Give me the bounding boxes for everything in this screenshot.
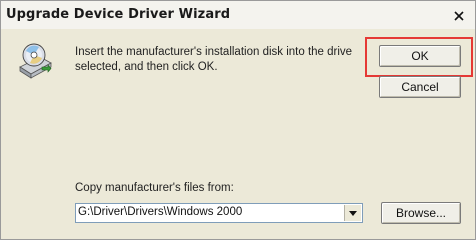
ok-button[interactable]: OK <box>379 45 461 67</box>
copy-files-label: Copy manufacturer's files from: <box>75 182 234 194</box>
instruction-text: Insert the manufacturer's installation d… <box>75 46 353 73</box>
window-title: Upgrade Device Driver Wizard <box>6 7 231 22</box>
install-disk-icon <box>15 41 55 81</box>
browse-button[interactable]: Browse... <box>381 202 461 224</box>
close-icon <box>454 10 464 21</box>
cancel-button[interactable]: Cancel <box>379 76 461 98</box>
source-path-value: G:\Driver\Drivers\Windows 2000 <box>78 206 243 218</box>
source-path-combobox[interactable]: G:\Driver\Drivers\Windows 2000 <box>75 203 363 223</box>
close-button[interactable] <box>450 7 468 24</box>
title-bar[interactable]: Upgrade Device Driver Wizard <box>1 1 475 29</box>
dropdown-button[interactable] <box>344 205 361 221</box>
upgrade-driver-dialog: Upgrade Device Driver Wizard Insert the … <box>0 0 476 240</box>
chevron-down-icon <box>349 210 357 216</box>
